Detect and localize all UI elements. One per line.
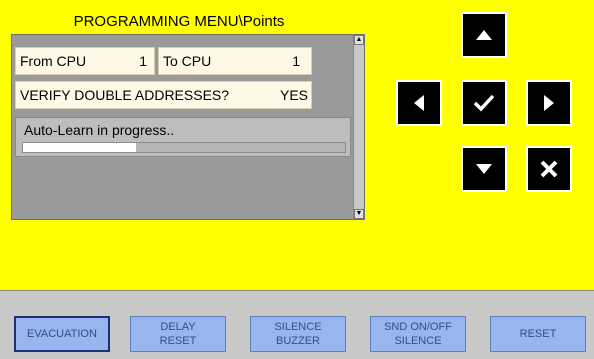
- arrow-down-icon: [476, 164, 492, 174]
- from-cpu-field[interactable]: From CPU 1: [15, 47, 155, 75]
- reset-button[interactable]: RESET: [490, 316, 586, 352]
- cancel-button[interactable]: [526, 146, 572, 192]
- cross-icon: [540, 160, 558, 178]
- right-button[interactable]: [526, 80, 572, 126]
- evacuation-button[interactable]: EVACUATION: [14, 316, 110, 352]
- from-cpu-label: From CPU: [20, 53, 87, 69]
- up-button[interactable]: [461, 12, 507, 58]
- scroll-down-icon[interactable]: ▼: [354, 209, 364, 219]
- from-cpu-value: 1: [139, 53, 147, 69]
- silence-buzzer-button[interactable]: SILENCE BUZZER: [250, 316, 346, 352]
- scroll-up-icon[interactable]: ▲: [354, 35, 364, 45]
- verify-label: VERIFY DOUBLE ADDRESSES?: [20, 87, 230, 103]
- left-button[interactable]: [396, 80, 442, 126]
- arrow-right-icon: [544, 95, 554, 111]
- to-cpu-field[interactable]: To CPU 1: [158, 47, 312, 75]
- arrow-left-icon: [414, 95, 424, 111]
- scrollbar[interactable]: ▲ ▼: [353, 35, 364, 219]
- to-cpu-value: 1: [292, 53, 300, 69]
- status-text: Auto-Learn in progress..: [24, 122, 175, 138]
- to-cpu-label: To CPU: [163, 53, 212, 69]
- delay-reset-button[interactable]: DELAY RESET: [130, 316, 226, 352]
- confirm-button[interactable]: [461, 80, 507, 126]
- panel-content: From CPU 1 To CPU 1 VERIFY DOUBLE ADDRES…: [12, 35, 353, 219]
- verify-double-addresses-field[interactable]: VERIFY DOUBLE ADDRESSES? YES: [15, 81, 312, 109]
- points-panel: From CPU 1 To CPU 1 VERIFY DOUBLE ADDRES…: [11, 34, 365, 220]
- progress-bar: [22, 142, 346, 153]
- checkmark-icon: [473, 94, 495, 112]
- progress-fill: [23, 143, 136, 152]
- arrow-up-icon: [476, 30, 492, 40]
- snd-silence-button[interactable]: SND ON/OFF SILENCE: [370, 316, 466, 352]
- page-title: PROGRAMMING MENU\Points: [73, 13, 285, 30]
- down-button[interactable]: [461, 146, 507, 192]
- verify-value: YES: [279, 87, 308, 103]
- status-area: Auto-Learn in progress..: [15, 117, 351, 157]
